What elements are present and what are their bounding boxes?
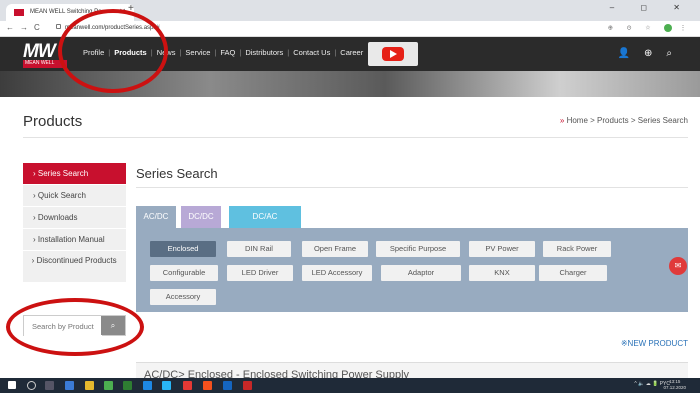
sidebar: › Series Search › Quick Search › Downloa… (23, 163, 126, 283)
menu-career[interactable]: Career (340, 48, 363, 57)
breadcrumb-products[interactable]: Products (597, 116, 629, 125)
menu-service[interactable]: Service (185, 48, 210, 57)
sidebar-item-installation-manual[interactable]: › Installation Manual (23, 229, 126, 251)
new-product-link[interactable]: ※NEW PRODUCT (621, 339, 688, 348)
category-led-accessory[interactable]: LED Accessory (302, 265, 372, 281)
category-accessory[interactable]: Accessory (150, 289, 216, 305)
annotation-circle (58, 9, 168, 93)
powerpoint-icon[interactable] (203, 381, 212, 390)
sidebar-item-downloads[interactable]: › Downloads (23, 207, 126, 229)
breadcrumb: » Home > Products > Series Search (559, 116, 688, 125)
clock[interactable]: 13:15 07.12.2020 (663, 379, 686, 391)
menu-distributors[interactable]: Distributors (245, 48, 283, 57)
category-pv-power[interactable]: PV Power (469, 241, 535, 257)
annotation-circle (6, 298, 144, 356)
section-title: Series Search (136, 166, 218, 181)
favicon-icon (14, 9, 24, 16)
sidebar-item-quick-search[interactable]: › Quick Search (23, 185, 126, 207)
task-view-icon[interactable] (45, 381, 54, 390)
reload-icon[interactable]: C (34, 23, 40, 32)
search-taskbar-icon[interactable] (27, 381, 36, 390)
app-icon-2[interactable] (123, 381, 132, 390)
app-icon-1[interactable] (65, 381, 74, 390)
breadcrumb-home[interactable]: Home (567, 116, 588, 125)
window-controls[interactable]: – ◻ ✕ (610, 3, 692, 12)
category-open-frame[interactable]: Open Frame (302, 241, 368, 257)
category-rack-power[interactable]: Rack Power (543, 241, 611, 257)
app-icon-6[interactable] (243, 381, 252, 390)
youtube-banner[interactable] (368, 42, 418, 66)
chrome-icon[interactable] (104, 381, 113, 390)
windows-taskbar: ^ 🔈 ☁ 🔋 PYC 13:15 07.12.2020 (0, 378, 700, 393)
app-icon-4[interactable] (162, 381, 171, 390)
forward-icon[interactable]: → (20, 23, 28, 32)
search-icon[interactable]: ⌕ (666, 48, 686, 59)
globe-icon[interactable]: ⊕ (644, 48, 666, 59)
profile-icon[interactable] (664, 24, 673, 32)
app-icon-3[interactable] (143, 381, 152, 390)
category-din-rail[interactable]: DIN Rail (227, 241, 291, 257)
results-heading: AC/DC> Enclosed - Enclosed Switching Pow… (144, 369, 410, 378)
results-header: AC/DC> Enclosed - Enclosed Switching Pow… (136, 362, 688, 378)
youtube-play-icon (382, 47, 404, 61)
member-icon[interactable]: 👤 (618, 48, 644, 59)
word-icon[interactable] (223, 381, 232, 390)
chat-icon[interactable]: ✉ (669, 257, 687, 275)
sidebar-item-discontinued[interactable]: › Discontinued Products (23, 251, 126, 283)
category-led-driver[interactable]: LED Driver (227, 265, 293, 281)
tab-dcac[interactable]: DC/AC (229, 206, 301, 228)
explorer-icon[interactable] (85, 381, 94, 390)
app-icon-5[interactable] (183, 381, 192, 390)
tab-acdc[interactable]: AC/DC (136, 206, 176, 228)
extension-icons[interactable]: ⊕ ⊙ ☆ ⋮ (608, 24, 692, 32)
divider (23, 137, 688, 138)
divider (136, 187, 688, 188)
sidebar-item-series-search[interactable]: › Series Search (23, 163, 126, 185)
breadcrumb-current: Series Search (637, 116, 688, 125)
nav-icons: 👤⊕⌕ (618, 48, 686, 59)
page-title: Products (23, 113, 83, 130)
category-charger[interactable]: Charger (539, 265, 607, 281)
menu-contact-us[interactable]: Contact Us (293, 48, 330, 57)
tab-dcdc[interactable]: DC/DC (181, 206, 221, 228)
category-knx[interactable]: KNX (469, 265, 535, 281)
category-adaptor[interactable]: Adaptor (381, 265, 461, 281)
category-configurable[interactable]: Configurable (150, 265, 218, 281)
back-icon[interactable]: ← (6, 23, 14, 32)
category-specific-purpose[interactable]: Specific Purpose (376, 241, 460, 257)
category-panel: Enclosed DIN Rail Open Frame Specific Pu… (136, 228, 688, 312)
menu-faq[interactable]: FAQ (220, 48, 235, 57)
lock-icon (56, 24, 61, 29)
start-icon[interactable] (8, 381, 16, 389)
category-enclosed[interactable]: Enclosed (150, 241, 216, 257)
